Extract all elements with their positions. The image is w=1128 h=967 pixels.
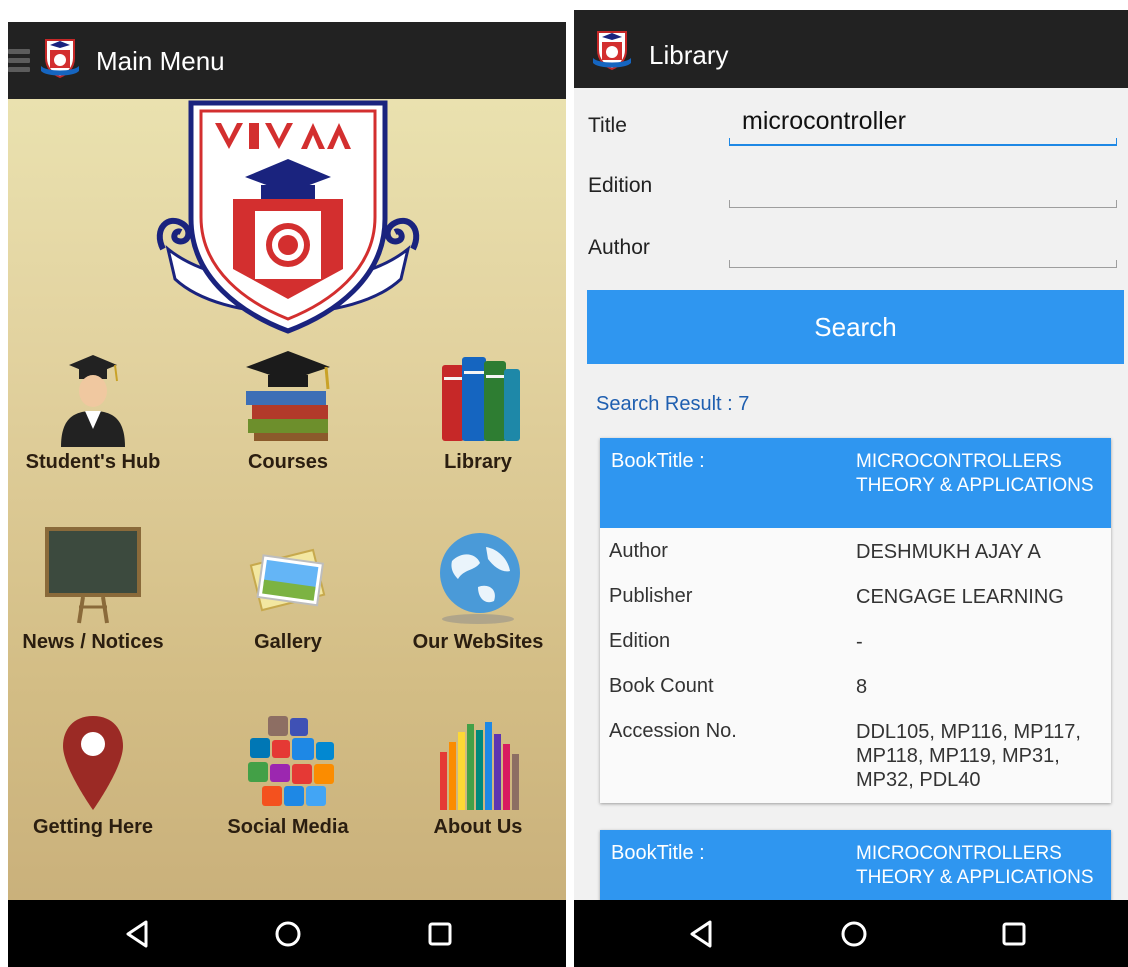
library-app-bar: Library — [574, 10, 1128, 88]
field-label: Accession No. — [609, 720, 737, 742]
tile-label: Our WebSites — [412, 631, 544, 653]
author-row: Author DESHMUKH AJAY A — [600, 528, 1111, 573]
author-field[interactable] — [729, 260, 1117, 268]
edition-row: Edition - — [600, 618, 1111, 663]
field-value: DESHMUKH AJAY A — [856, 541, 1041, 563]
system-nav-bar — [574, 900, 1128, 967]
field-value: 8 — [856, 676, 868, 698]
tile-label: About Us — [433, 816, 523, 838]
social-icons-icon — [248, 716, 334, 806]
field-label: Book Count — [609, 675, 714, 697]
system-nav-bar — [8, 900, 566, 967]
tile-label: Gallery — [254, 631, 322, 653]
tile-our-websites[interactable]: Our WebSites — [393, 527, 563, 677]
tile-label: Social Media — [227, 816, 349, 838]
library-screen: Library Title microcontroller Edition Au… — [574, 10, 1128, 967]
home-icon[interactable] — [270, 916, 306, 952]
field-value: CENGAGE LEARNING — [856, 586, 1064, 608]
recents-icon[interactable] — [996, 916, 1032, 952]
search-button[interactable]: Search — [587, 290, 1124, 364]
tile-social-media[interactable]: Social Media — [203, 712, 373, 862]
library-title: Library — [649, 40, 729, 70]
field-label: Publisher — [609, 585, 693, 607]
field-value: DDL105, MP116, MP117, MP118, MP119, MP31… — [856, 721, 1081, 791]
tile-news-notices[interactable]: News / Notices — [8, 527, 178, 677]
tile-label: News / Notices — [22, 631, 164, 653]
main-menu-title: Main Menu — [96, 46, 225, 76]
viva-logo-icon — [41, 39, 79, 79]
books-cap-icon — [246, 351, 330, 441]
title-label: Title — [588, 114, 627, 137]
hamburger-menu-icon[interactable] — [8, 49, 30, 75]
author-label: Author — [588, 236, 650, 259]
tile-getting-here[interactable]: Getting Here — [8, 712, 178, 862]
book-result-card[interactable]: BookTitle : MICROCONTROLLERS THEORY & AP… — [600, 438, 1111, 803]
home-icon[interactable] — [836, 916, 872, 952]
recents-icon[interactable] — [422, 916, 458, 952]
map-pin-icon — [63, 716, 123, 810]
tile-library[interactable]: Library — [393, 347, 563, 497]
book-title-header: BookTitle : MICROCONTROLLERS THEORY & AP… — [600, 438, 1111, 528]
viva-logo-icon[interactable] — [590, 28, 634, 72]
tile-label: Library — [444, 451, 512, 473]
back-icon[interactable] — [120, 916, 156, 952]
title-field[interactable] — [729, 138, 1117, 146]
tile-students-hub[interactable]: Student's Hub — [8, 347, 178, 497]
field-value: - — [856, 631, 863, 653]
edition-label: Edition — [588, 174, 653, 197]
title-field-value: microcontroller — [742, 107, 906, 135]
field-label: Edition — [609, 630, 671, 652]
back-icon[interactable] — [684, 916, 720, 952]
publisher-row: Publisher CENGAGE LEARNING — [600, 573, 1111, 618]
globe-icon — [440, 533, 520, 624]
tile-courses[interactable]: Courses — [203, 347, 373, 497]
tile-gallery[interactable]: Gallery — [203, 527, 373, 677]
accession-row: Accession No. DDL105, MP116, MP117, MP11… — [600, 708, 1111, 803]
field-label: Author — [609, 540, 668, 562]
book-title-value: MICROCONTROLLERS THEORY & APPLICATIONS — [856, 451, 1094, 496]
tile-label: Student's Hub — [25, 451, 161, 473]
search-result-count: Search Result : 7 — [596, 393, 750, 415]
chalkboard-icon — [45, 527, 141, 624]
book-count-row: Book Count 8 — [600, 663, 1111, 708]
photos-icon — [249, 548, 326, 612]
edition-field[interactable] — [729, 200, 1117, 208]
graduate-icon — [61, 355, 125, 447]
viva-crest-logo — [156, 100, 420, 334]
tile-label: Courses — [247, 451, 329, 473]
books-icon — [442, 357, 520, 441]
tile-about-us[interactable]: About Us — [393, 712, 563, 862]
main-menu-screen: Main Menu Student's Hub Courses Library … — [8, 22, 566, 967]
main-menu-app-bar: Main Menu — [8, 22, 566, 99]
raised-hands-icon — [440, 722, 519, 810]
tile-label: Getting Here — [32, 816, 154, 838]
book-title-value: MICROCONTROLLERS THEORY & APPLICATIONS — [856, 843, 1094, 888]
book-title-label: BookTitle : — [611, 842, 705, 864]
book-title-label: BookTitle : — [611, 450, 705, 472]
